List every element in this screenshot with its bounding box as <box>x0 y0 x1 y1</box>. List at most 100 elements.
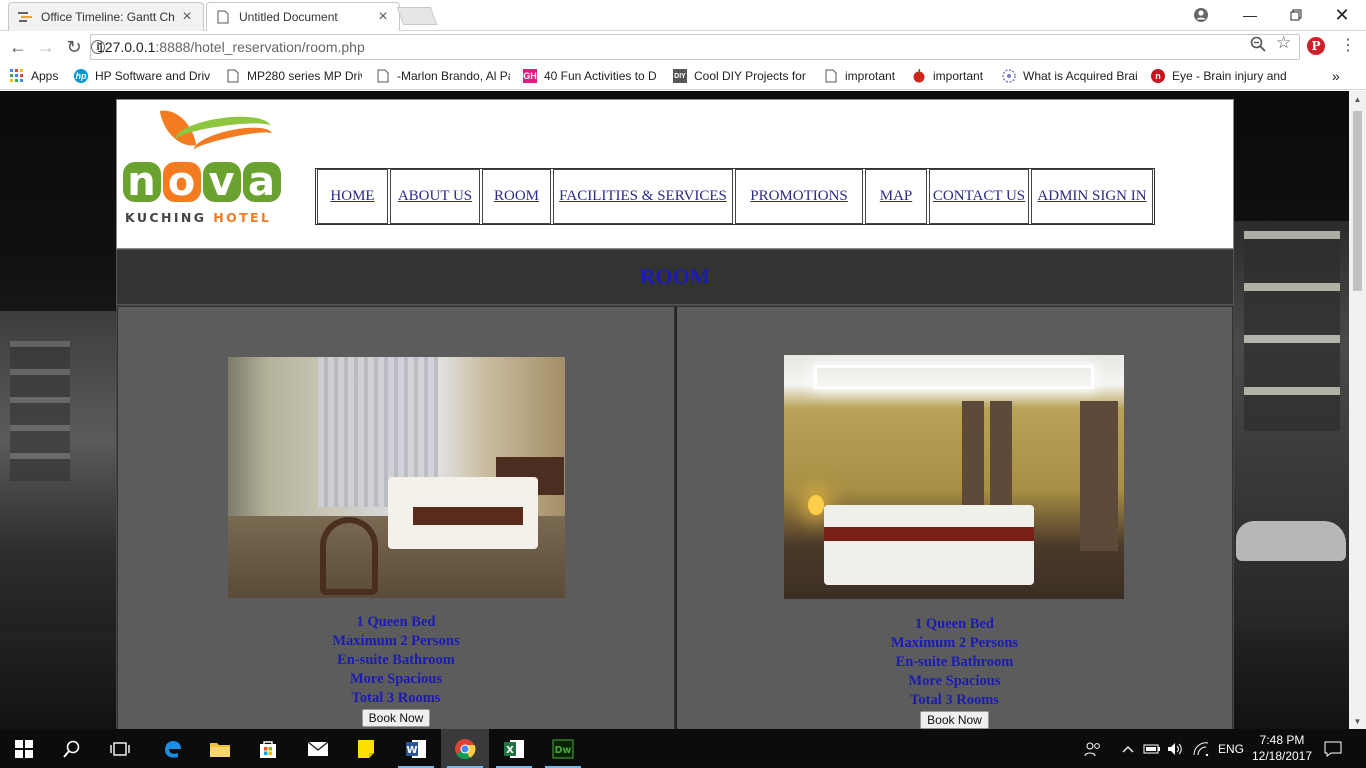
store-icon[interactable] <box>244 729 292 768</box>
svg-text:W: W <box>406 745 417 756</box>
close-tab-icon[interactable]: × <box>179 8 195 26</box>
dreamweaver-icon[interactable]: Dw <box>539 729 587 768</box>
action-center-icon[interactable] <box>1324 729 1342 768</box>
bookmark-star-icon[interactable]: ☆ <box>1276 33 1291 53</box>
logo-letter: v <box>203 162 241 202</box>
bookmark-cool-diy[interactable]: DIY Cool DIY Projects for <box>673 67 809 85</box>
apple-icon <box>912 69 926 83</box>
close-tab-icon[interactable]: × <box>375 8 391 26</box>
nav-admin-sign-in[interactable]: ADMIN SIGN IN <box>1031 169 1153 224</box>
nav-facilities-services[interactable]: FACILITIES & SERVICES <box>553 169 733 224</box>
room-features: 1 Queen Bed Maximum 2 Persons En-suite B… <box>118 613 674 728</box>
logo-subtitle: KUCHING HOTEL <box>125 210 271 225</box>
edge-icon[interactable] <box>148 729 196 768</box>
reload-button[interactable]: ↻ <box>62 36 86 58</box>
nova-kuching-hotel-logo[interactable]: nova KUCHING HOTEL <box>123 105 287 225</box>
page-icon <box>226 69 240 83</box>
bookmark-label: Cool DIY Projects for <box>694 69 806 83</box>
minimize-button[interactable]: — <box>1227 0 1273 30</box>
mail-icon[interactable] <box>294 729 342 768</box>
scroll-down-arrow-icon[interactable]: ▼ <box>1349 713 1366 729</box>
site-info-icon[interactable]: i <box>91 40 105 54</box>
bookmark-important[interactable]: important <box>912 67 992 85</box>
bookmark-apps[interactable]: Apps <box>10 67 66 85</box>
zoom-icon[interactable] <box>1250 36 1266 56</box>
background-building-right-windows <box>1244 231 1340 431</box>
show-hidden-icons-icon[interactable] <box>1122 729 1134 768</box>
book-now-button[interactable]: Book Now <box>361 709 431 727</box>
bookmark-mp280[interactable]: MP280 series MP Driv <box>226 67 362 85</box>
nav-contact-us[interactable]: CONTACT US <box>929 169 1029 224</box>
nav-map[interactable]: MAP <box>865 169 927 224</box>
bookmark-40-fun-activities[interactable]: GH 40 Fun Activities to D <box>523 67 661 85</box>
bookmark-eye-brain-injury[interactable]: n Eye - Brain injury and <box>1151 67 1289 85</box>
browser-tab-strip: Office Timeline: Gantt Ch × Untitled Doc… <box>0 0 1366 31</box>
new-tab-button[interactable] <box>396 7 438 25</box>
photo-bed-runner <box>824 527 1034 541</box>
url-host: 127.0.0.1 <box>97 39 156 55</box>
search-icon[interactable] <box>48 729 96 768</box>
tab-untitled-document[interactable]: Untitled Document × <box>206 2 400 31</box>
tab-title: Office Timeline: Gantt Ch <box>41 10 175 24</box>
battery-icon[interactable] <box>1143 729 1161 768</box>
svg-text:X: X <box>506 745 514 756</box>
page-icon <box>824 69 838 83</box>
browser-toolbar: ← → ↻ i 127.0.0.1:8888/hotel_reservation… <box>0 31 1366 63</box>
page-scrollbar[interactable]: ▲ ▼ <box>1349 91 1366 729</box>
bookmark-hp-software[interactable]: hp HP Software and Driv <box>74 67 212 85</box>
scrollbar-thumb[interactable] <box>1353 111 1362 291</box>
file-explorer-icon[interactable] <box>196 729 244 768</box>
gh-icon: GH <box>523 69 537 83</box>
back-button[interactable]: ← <box>6 36 30 58</box>
bookmark-marlon-brando[interactable]: -Marlon Brando, Al Pa <box>376 67 510 85</box>
logo-letter: o <box>163 162 201 202</box>
start-button[interactable] <box>0 729 48 768</box>
chrome-menu-icon[interactable]: ⋮ <box>1340 36 1356 56</box>
logo-letter: n <box>123 162 161 202</box>
photo-bed <box>824 505 1034 585</box>
page-title: ROOM <box>639 264 711 289</box>
language-indicator[interactable]: ENG <box>1218 729 1244 768</box>
page-viewport: nova KUCHING HOTEL HOME ABOUT US ROOM FA… <box>0 91 1349 729</box>
task-view-icon[interactable] <box>96 729 144 768</box>
people-icon[interactable] <box>1084 729 1102 768</box>
excel-icon[interactable]: X <box>490 729 538 768</box>
main-navigation: HOME ABOUT US ROOM FACILITIES & SERVICES… <box>315 168 1155 225</box>
bookmark-improtant[interactable]: improtant <box>824 67 904 85</box>
nav-about-us[interactable]: ABOUT US <box>390 169 480 224</box>
nav-home[interactable]: HOME <box>317 169 388 224</box>
book-now-button[interactable]: Book Now <box>920 711 989 729</box>
bookmark-acquired-brain[interactable]: What is Acquired Brai <box>1002 67 1140 85</box>
restore-button[interactable] <box>1273 0 1319 30</box>
room-feature: More Spacious <box>350 671 442 687</box>
logo-subtitle-right: HOTEL <box>213 210 272 225</box>
photo-bed-runner <box>413 507 523 525</box>
system-clock[interactable]: 7:48 PM 12/18/2017 <box>1248 732 1316 764</box>
scroll-up-arrow-icon[interactable]: ▲ <box>1349 91 1366 107</box>
brain-icon <box>1002 69 1016 83</box>
sticky-notes-icon[interactable] <box>342 729 390 768</box>
nav-room[interactable]: ROOM <box>482 169 551 224</box>
room-feature: 1 Queen Bed <box>915 616 994 632</box>
wifi-icon[interactable] <box>1193 729 1209 768</box>
address-bar[interactable]: i 127.0.0.1:8888/hotel_reservation/room.… <box>90 34 1300 60</box>
hp-icon: hp <box>74 69 88 83</box>
room-feature: En-suite Bathroom <box>895 654 1014 670</box>
bookmarks-overflow-button[interactable]: » <box>1332 67 1346 85</box>
pinterest-extension-icon[interactable]: P <box>1307 37 1325 55</box>
bookmark-label: What is Acquired Brai <box>1023 69 1138 83</box>
volume-icon[interactable] <box>1167 729 1183 768</box>
close-window-button[interactable]: ✕ <box>1319 0 1365 30</box>
logo-letter: a <box>243 162 281 202</box>
chrome-icon[interactable] <box>441 729 489 768</box>
room-feature: Maximum 2 Persons <box>890 635 1019 651</box>
nav-promotions[interactable]: PROMOTIONS <box>735 169 863 224</box>
profile-icon[interactable] <box>1178 0 1224 30</box>
forward-button[interactable]: → <box>34 36 58 58</box>
svg-text:Dw: Dw <box>555 745 572 756</box>
room-feature: Total 3 Rooms <box>910 692 999 708</box>
photo-chair <box>320 517 378 595</box>
bookmarks-bar: Apps hp HP Software and Driv MP280 serie… <box>0 63 1366 90</box>
word-icon[interactable]: W <box>392 729 440 768</box>
tab-office-timeline[interactable]: Office Timeline: Gantt Ch × <box>8 2 204 31</box>
